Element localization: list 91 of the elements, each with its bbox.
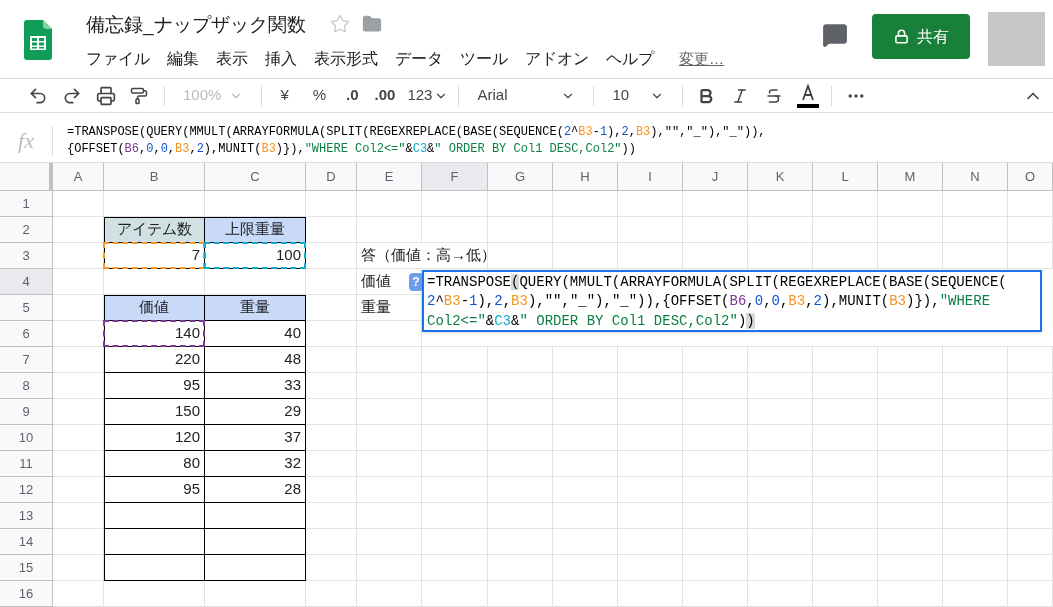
avatar[interactable] <box>988 12 1045 66</box>
table-cell: 80 <box>104 451 205 477</box>
column-header[interactable]: M <box>878 163 943 190</box>
column-header[interactable]: J <box>683 163 748 190</box>
comment-icon[interactable] <box>822 22 848 48</box>
text-color-icon[interactable] <box>797 82 820 109</box>
header-cell: アイテム数 <box>104 217 205 243</box>
column-header[interactable]: N <box>943 163 1008 190</box>
font-dropdown[interactable]: Arial <box>465 84 588 107</box>
table-cell: 7 <box>104 243 205 269</box>
header-cell: 重量 <box>205 295 306 321</box>
font-size-dropdown[interactable]: 10 <box>600 84 677 107</box>
share-button[interactable]: 共有 <box>872 14 970 59</box>
row-header[interactable]: 16 <box>0 581 53 607</box>
table-cell: 40 <box>205 321 306 347</box>
decrease-decimal-button[interactable]: .0 <box>338 84 367 107</box>
table-cell: 答（価値：高→低） <box>357 243 488 269</box>
row-header[interactable]: 12 <box>0 477 53 503</box>
formula-label: fx <box>17 127 35 156</box>
menu-item[interactable]: 挿入 <box>265 47 297 71</box>
table-cell: 100 <box>205 243 306 269</box>
column-header[interactable]: I <box>618 163 683 190</box>
grid-cell[interactable] <box>104 555 205 581</box>
grid-cell[interactable] <box>205 555 306 581</box>
column-header[interactable]: L <box>813 163 878 190</box>
star-icon[interactable] <box>329 14 350 34</box>
table-cell: 33 <box>205 373 306 399</box>
percent-button[interactable]: % <box>300 84 339 107</box>
table-cell: 120 <box>104 425 205 451</box>
folder-icon[interactable] <box>361 14 382 34</box>
menu-item[interactable]: データ <box>395 47 443 71</box>
last-edit-link[interactable]: 変更… <box>679 47 724 71</box>
row-header[interactable]: 14 <box>0 529 53 555</box>
row-header[interactable]: 8 <box>0 373 53 399</box>
column-header[interactable]: A <box>53 163 104 190</box>
table-cell: 95 <box>104 477 205 503</box>
row-header[interactable]: 13 <box>0 503 53 529</box>
row-header[interactable]: 7 <box>0 347 53 373</box>
menu-item[interactable]: ヘルプ <box>606 47 654 71</box>
table-cell: 29 <box>205 399 306 425</box>
document-title[interactable]: 備忘録_ナップザック関数 <box>86 14 306 34</box>
row-header[interactable]: 10 <box>0 425 53 451</box>
row-header[interactable]: 9 <box>0 399 53 425</box>
menu-item[interactable]: 編集 <box>167 47 199 71</box>
grid-cell[interactable] <box>104 529 205 555</box>
column-header[interactable]: H <box>553 163 618 190</box>
row-header[interactable]: 4 <box>0 269 53 295</box>
formula-bar[interactable]: =TRANSPOSE(QUERY(MMULT(ARRAYFORMULA(SPLIT(REGEXREPLACE(BASE(SEQUENCE(2^B3-1),2,B3),"","_"),"_")), {OFFSET(B6,0,0,B3,2),MUNIT(B3)}),"WHERE Col2<="&C3&" ORDER BY Col1 DESC,Col2")) <box>67 123 766 158</box>
table-cell: 150 <box>104 399 205 425</box>
table-cell: 140 <box>104 321 205 347</box>
redo-icon[interactable] <box>62 85 82 106</box>
formula-editor[interactable]: =TRANSPOSE(QUERY(MMULT(ARRAYFORMULA(SPLIT(REGEXREPLACE(BASE(SEQUENCE( 2^B3-1),2,B3),"","_"),"_")),{OFFSET(B6,0,0,B3,2),MUNIT(B3)}),"WHERE Col2<="&C3&" ORDER BY Col1 DESC,Col2")) <box>422 270 1042 332</box>
column-header[interactable]: G <box>488 163 553 190</box>
currency-button[interactable]: ¥ <box>268 84 301 107</box>
row-header[interactable]: 5 <box>0 295 53 321</box>
menu-item[interactable]: ツール <box>460 47 508 71</box>
row-header[interactable]: 3 <box>0 243 53 269</box>
table-cell: 48 <box>205 347 306 373</box>
row-header[interactable]: 15 <box>0 555 53 581</box>
column-header[interactable]: D <box>306 163 357 190</box>
menu-item[interactable]: ファイル <box>86 47 150 71</box>
table-cell: 32 <box>205 451 306 477</box>
column-header[interactable]: K <box>748 163 813 190</box>
grid-cell[interactable] <box>205 503 306 529</box>
strikethrough-icon[interactable] <box>765 86 784 105</box>
header-cell: 価値 <box>104 295 205 321</box>
table-cell: 220 <box>104 347 205 373</box>
column-header[interactable]: O <box>1008 163 1053 190</box>
column-header[interactable]: C <box>205 163 306 190</box>
print-icon[interactable] <box>96 85 116 106</box>
increase-decimal-button[interactable]: .00 <box>366 84 404 107</box>
row-header[interactable]: 2 <box>0 217 53 243</box>
column-header[interactable]: B <box>104 163 205 190</box>
row-header[interactable]: 11 <box>0 451 53 477</box>
table-cell: 37 <box>205 425 306 451</box>
undo-icon[interactable] <box>28 85 48 106</box>
row-header[interactable]: 6 <box>0 321 53 347</box>
header-cell: 上限重量 <box>205 217 306 243</box>
menu-item[interactable]: 表示形式 <box>314 47 378 71</box>
row-header[interactable]: 1 <box>0 191 53 217</box>
sheets-logo-icon[interactable] <box>24 20 52 60</box>
paint-format-icon[interactable] <box>130 86 148 105</box>
column-header[interactable]: F <box>422 163 488 190</box>
menu-item[interactable]: アドオン <box>525 47 589 71</box>
table-cell: 28 <box>205 477 306 503</box>
grid-cell[interactable] <box>104 503 205 529</box>
lock-icon <box>893 29 909 44</box>
menu-item[interactable]: 表示 <box>216 47 248 71</box>
number-format-dropdown[interactable]: 123 <box>403 84 453 107</box>
table-cell: 95 <box>104 373 205 399</box>
grid-cell[interactable] <box>205 529 306 555</box>
